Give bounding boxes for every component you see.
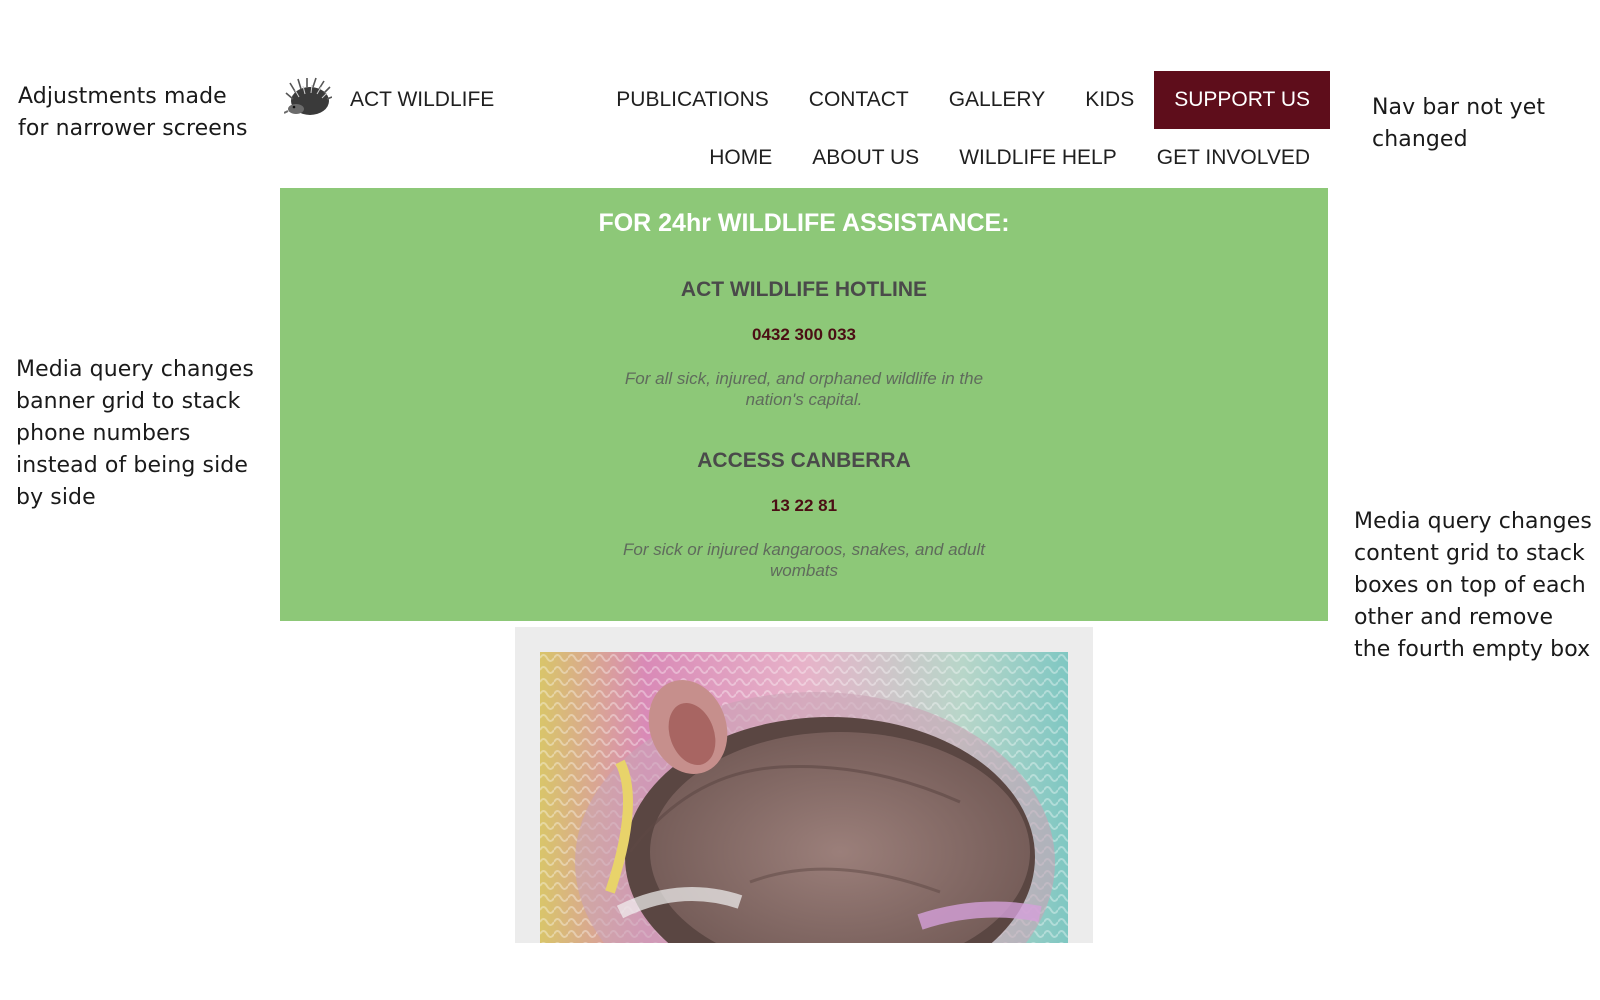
hotline-name: ACT WILDLIFE HOTLINE [680,278,928,301]
nav-item-about-us[interactable]: ABOUT US [812,146,919,170]
nav-item-gallery[interactable]: GALLERY [949,88,1046,112]
assistance-banner: FOR 24hr WILDLIFE ASSISTANCE: ACT WILDLI… [280,188,1328,621]
nav-row-secondary: HOME ABOUT US WILDLIFE HELP GET INVOLVED [669,129,1310,187]
echidna-logo-icon[interactable] [283,77,333,119]
annotation-narrow-screens: Adjustments made for narrower screens [18,84,248,141]
hotline-phone-number[interactable]: 0432 300 033 [280,325,1328,345]
nav-item-contact[interactable]: CONTACT [809,88,909,112]
annotation-content-grid: Media query changes content grid to stac… [1354,509,1592,662]
site-brand-name[interactable]: ACT WILDLIFE [350,88,494,112]
site-header: ACT WILDLIFE PUBLICATIONS CONTACT GALLER… [280,71,1330,188]
content-card [515,627,1093,943]
hotline-description: For sick or injured kangaroos, snakes, a… [623,540,985,580]
annotation-nav-bar: Nav bar not yet changed [1372,95,1546,152]
baby-wombat-photo [540,652,1068,943]
hotline-description: For all sick, injured, and orphaned wild… [624,369,984,409]
hotline-phone-number[interactable]: 13 22 81 [280,496,1328,516]
nav-item-home[interactable]: HOME [709,146,772,170]
hotline-name: ACCESS CANBERRA [697,449,911,472]
annotation-banner-grid: Media query changes banner grid to stack… [16,357,254,510]
support-us-button[interactable]: SUPPORT US [1154,71,1330,129]
nav-row-primary: PUBLICATIONS CONTACT GALLERY KIDS SUPPOR… [576,71,1330,129]
nav-item-publications[interactable]: PUBLICATIONS [616,88,768,112]
banner-title: FOR 24hr WILDLIFE ASSISTANCE: [598,209,1010,237]
nav-item-kids[interactable]: KIDS [1085,88,1134,112]
nav-item-get-involved[interactable]: GET INVOLVED [1157,146,1310,170]
nav-item-wildlife-help[interactable]: WILDLIFE HELP [959,146,1117,170]
